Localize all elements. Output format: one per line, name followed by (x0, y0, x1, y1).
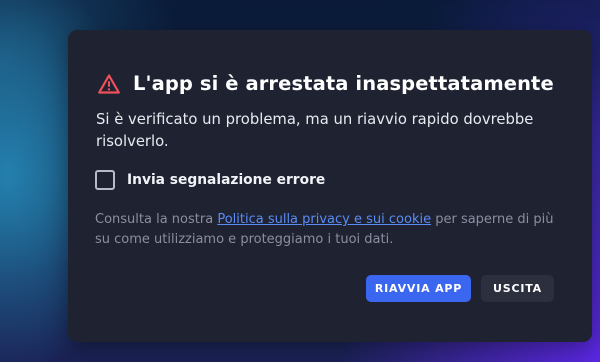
crash-dialog: L'app si è arrestata inaspettatamente Si… (68, 30, 592, 342)
privacy-policy-link[interactable]: Politica sulla privacy e sui cookie (217, 212, 431, 227)
dialog-title: L'app si è arrestata inaspettatamente (133, 72, 554, 95)
warning-triangle-icon (98, 73, 120, 94)
send-error-report-label[interactable]: Invia segnalazione errore (127, 172, 325, 188)
send-error-report-checkbox[interactable] (95, 170, 115, 190)
privacy-notice-prefix: Consulta la nostra (95, 212, 218, 227)
dialog-message: Si è verificato un problema, ma un riavv… (96, 111, 534, 150)
privacy-notice: Consulta la nostra Politica sulla privac… (95, 210, 565, 250)
exit-button[interactable]: USCITA (481, 275, 554, 302)
restart-app-button[interactable]: RIAVVIA APP (366, 275, 471, 302)
send-error-report-option[interactable]: Invia segnalazione errore (95, 170, 325, 190)
dialog-header: L'app si è arrestata inaspettatamente (98, 72, 554, 95)
